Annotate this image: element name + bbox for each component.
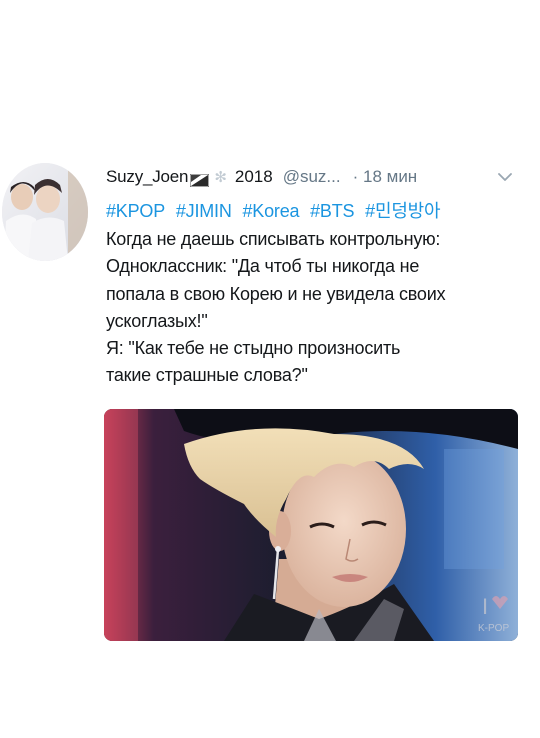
tweet-text-line: такие страшные слова?" xyxy=(106,365,308,386)
tweet-text-line: Я: "Как тебе не стыдно произносить xyxy=(106,338,401,359)
hashtag-list: #KPOP #JIMIN #Korea #BTS #민덩방아 xyxy=(106,197,446,223)
gear-icon: ✻ xyxy=(214,169,227,186)
timestamp[interactable]: · 18 мин xyxy=(353,167,418,187)
media-watermark: K-POP xyxy=(478,623,509,634)
tweet-text-line: Одноклассник: "Да чтоб ты никогда не xyxy=(106,256,420,277)
tweet-header: Suzy_Joen ✻ 2018 @suz... · 18 мин xyxy=(106,164,417,190)
hashtag-link[interactable]: #민덩방아 xyxy=(365,201,440,221)
display-name[interactable]: Suzy_Joen xyxy=(106,167,189,187)
svg-text:I: I xyxy=(482,594,488,619)
user-handle[interactable]: @suz... xyxy=(283,167,341,187)
tweet-media-image[interactable]: I K-POP xyxy=(104,409,518,641)
hashtag-link[interactable]: #KPOP xyxy=(106,201,165,221)
hashtag-link[interactable]: #BTS xyxy=(310,201,354,221)
chevron-down-icon[interactable] xyxy=(496,170,514,184)
tweet-card: Suzy_Joen ✻ 2018 @suz... · 18 мин #KPOP … xyxy=(0,0,540,738)
hashtag-link[interactable]: #JIMIN xyxy=(176,201,232,221)
hashtag-link[interactable]: #Korea xyxy=(242,201,299,221)
flag-icon xyxy=(189,172,210,187)
tweet-text-line: Когда не даешь списывать контрольную: xyxy=(106,229,441,249)
header-year: 2018 xyxy=(234,167,273,186)
tweet-text-line: попала в свою Корею и не увидела своих xyxy=(106,283,446,304)
tweet-text: Когда не даешь списывать контрольную: Од… xyxy=(106,226,526,390)
avatar-photo xyxy=(2,163,88,261)
tweet-text-line: ускоглазых!" xyxy=(106,310,208,331)
avatar[interactable] xyxy=(2,163,88,261)
